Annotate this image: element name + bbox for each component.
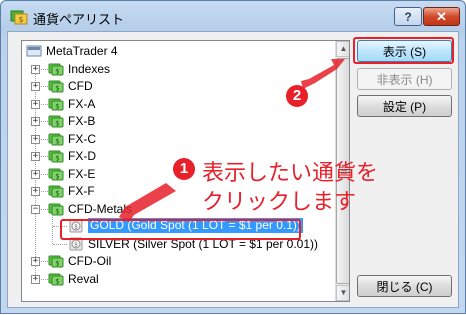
tree-item-label: FX-A <box>68 96 96 111</box>
step2-badge: 2 <box>286 85 308 107</box>
tree-item-label: MetaTrader 4 <box>46 44 118 58</box>
svg-text:$: $ <box>55 277 59 285</box>
svg-text:$: $ <box>74 241 78 248</box>
currency-folder-icon: $ <box>48 185 64 198</box>
currency-folder-icon: $ <box>48 115 64 128</box>
tree-item-label: FX-D <box>68 149 96 163</box>
tree-item-label: CFD-Oil <box>68 254 112 268</box>
svg-text:$: $ <box>55 155 59 163</box>
step1-badge: 1 <box>173 158 195 180</box>
svg-text:$: $ <box>55 260 59 268</box>
svg-text:$: $ <box>55 207 59 215</box>
expand-icon[interactable]: + <box>31 169 40 179</box>
currency-folder-icon: $ <box>48 63 64 75</box>
dialog-window: $ 通貨ペアリスト ? ✕ MetaTrader 4 + $ Indexes + $ CFD… <box>0 0 466 314</box>
close-window-button[interactable]: ✕ <box>423 7 460 26</box>
expand-icon[interactable]: + <box>31 152 40 161</box>
currency-folder-icon: $ <box>48 273 64 285</box>
svg-text:$: $ <box>55 137 59 145</box>
help-button[interactable]: ? <box>394 7 422 26</box>
tree-item-label: Reval <box>68 271 99 286</box>
expand-icon[interactable]: + <box>31 82 40 91</box>
collapse-icon[interactable]: − <box>31 204 40 214</box>
scroll-down-arrow-icon[interactable]: ▼ <box>336 285 349 301</box>
currency-folder-icon: $ <box>48 168 64 180</box>
svg-text:$: $ <box>55 67 59 75</box>
terminal-icon <box>26 45 42 57</box>
tree-group-item[interactable]: + $ FX-C <box>22 130 335 148</box>
expand-icon[interactable]: + <box>31 64 40 74</box>
expand-icon[interactable]: + <box>31 99 40 109</box>
tree-item-label: Indexes <box>68 61 111 76</box>
svg-text:$: $ <box>55 190 59 198</box>
hide-button[interactable]: 非表示 (H) <box>357 68 452 90</box>
show-button-highlight-box <box>353 37 454 64</box>
tree-root[interactable]: MetaTrader 4 <box>22 42 335 60</box>
svg-text:$: $ <box>55 120 59 128</box>
tree-group-item[interactable]: + $ Indexes <box>22 60 335 78</box>
step1-text-line1: 表示したい通貨を <box>202 161 379 186</box>
svg-text:$: $ <box>55 85 59 93</box>
tree-item-label: FX-C <box>68 131 96 146</box>
tree-item-label: FX-B <box>68 114 96 128</box>
svg-text:$: $ <box>18 15 23 24</box>
close-button[interactable]: 閉じる (C) <box>357 275 452 297</box>
currency-folder-icon: $ <box>48 133 64 145</box>
tree-item-label: CFD-Metals <box>68 201 133 216</box>
expand-icon[interactable]: + <box>31 257 40 266</box>
window-title: 通貨ペアリスト <box>33 13 125 28</box>
svg-text:$: $ <box>55 102 59 110</box>
currency-folder-icon: $ <box>48 150 64 163</box>
currency-list-icon: $ <box>10 10 28 25</box>
tree-item-label: FX-F <box>68 184 95 198</box>
currency-folder-icon: $ <box>48 255 64 268</box>
tree-item-label: FX-E <box>68 166 96 181</box>
tree-item-label: CFD <box>68 79 93 93</box>
settings-button[interactable]: 設定 (P) <box>357 95 452 117</box>
svg-text:$: $ <box>55 172 59 180</box>
currency-folder-icon: $ <box>48 203 64 215</box>
title-bar: $ 通貨ペアリスト ? ✕ <box>1 1 465 31</box>
expand-icon[interactable]: + <box>31 274 40 284</box>
step1-text-line2: クリックします <box>202 190 357 215</box>
expand-icon[interactable]: + <box>31 117 40 126</box>
expand-icon[interactable]: + <box>31 187 40 196</box>
tree-group-item[interactable]: + $ Reval <box>22 270 335 288</box>
expand-icon[interactable]: + <box>31 134 40 144</box>
selection-highlight-box <box>60 219 301 240</box>
scroll-up-arrow-icon[interactable]: ▲ <box>336 41 349 57</box>
tree-group-item[interactable]: + $ CFD-Oil <box>22 252 335 270</box>
tree-connector <box>53 243 67 245</box>
currency-folder-icon: $ <box>48 98 64 110</box>
currency-folder-icon: $ <box>48 80 64 93</box>
tree-group-item[interactable]: + $ FX-B <box>22 112 335 130</box>
